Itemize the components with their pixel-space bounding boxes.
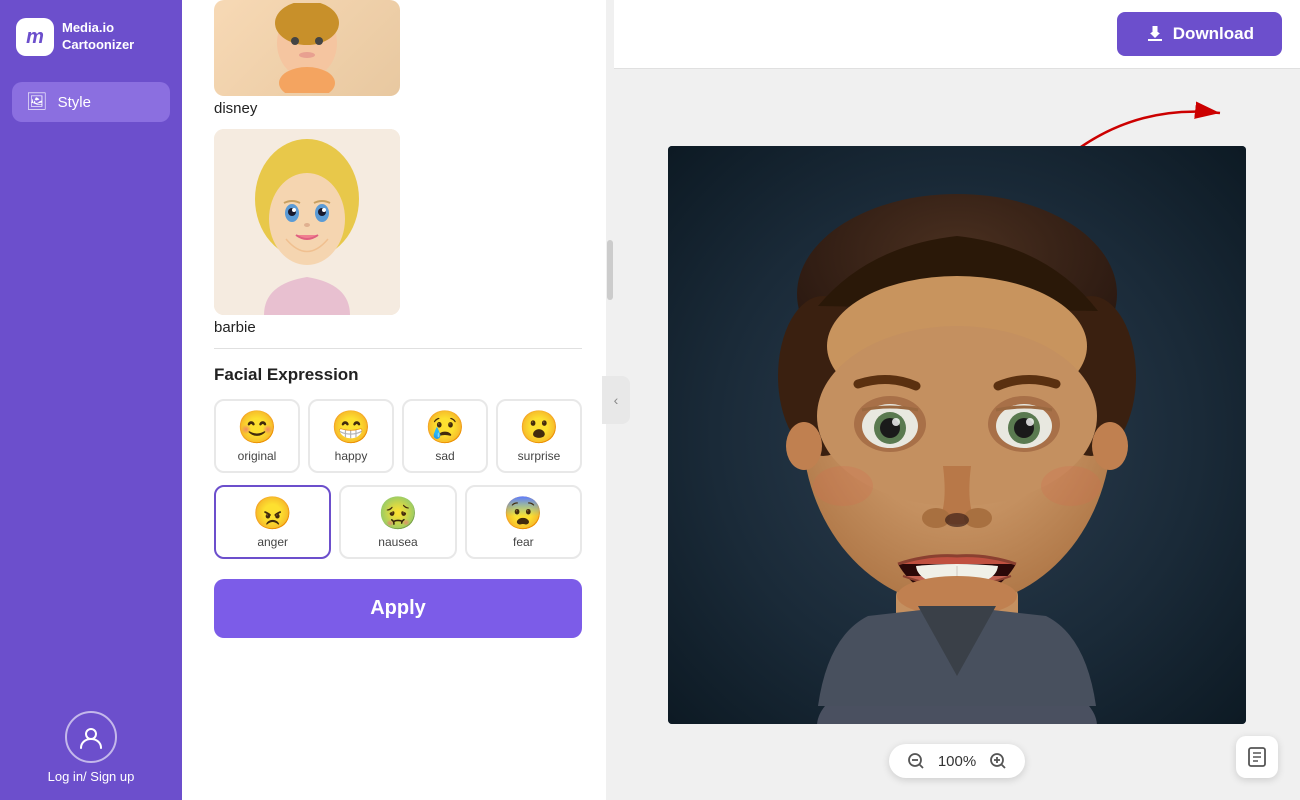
right-header: Download bbox=[614, 0, 1300, 69]
sidebar-item-label: Style bbox=[58, 94, 91, 111]
cartoon-face-svg bbox=[668, 146, 1246, 724]
fear-emoji: 😨 bbox=[503, 497, 543, 529]
expression-surprise[interactable]: 😮 surprise bbox=[496, 399, 582, 473]
expression-grid-row2: 😠 anger 🤢 nausea 😨 fear bbox=[214, 485, 582, 559]
scroll-thumb[interactable] bbox=[607, 240, 613, 300]
collapse-handle[interactable]: ‹ bbox=[602, 376, 630, 424]
surprise-label: surprise bbox=[518, 449, 561, 463]
zoom-out-button[interactable] bbox=[907, 752, 925, 770]
anger-label: anger bbox=[257, 535, 288, 549]
expression-anger[interactable]: 😠 anger bbox=[214, 485, 331, 559]
download-label: Download bbox=[1173, 24, 1254, 44]
style-icon: 🖼 bbox=[26, 92, 48, 112]
facial-expression-title: Facial Expression bbox=[214, 365, 582, 385]
download-button[interactable]: Download bbox=[1117, 12, 1282, 56]
sidebar-item-style[interactable]: 🖼 Style bbox=[12, 82, 170, 122]
nausea-emoji: 🤢 bbox=[378, 497, 418, 529]
expression-grid-row1: 😊 original 😁 happy 😢 sad 😮 surprise bbox=[214, 399, 582, 473]
notes-icon bbox=[1246, 746, 1268, 768]
logo-area: m Media.io Cartoonizer bbox=[0, 0, 182, 74]
style-item-barbie[interactable]: barbie bbox=[214, 129, 582, 336]
notes-button[interactable] bbox=[1236, 736, 1278, 778]
sad-label: sad bbox=[435, 449, 454, 463]
chevron-left-icon: ‹ bbox=[614, 392, 619, 408]
section-divider bbox=[214, 348, 582, 349]
sidebar-navigation: 🖼 Style bbox=[0, 74, 182, 691]
zoom-in-button[interactable] bbox=[989, 752, 1007, 770]
nausea-label: nausea bbox=[378, 535, 417, 549]
app-name: Media.io Cartoonizer bbox=[62, 20, 134, 54]
expression-fear[interactable]: 😨 fear bbox=[465, 485, 582, 559]
original-emoji: 😊 bbox=[237, 411, 277, 443]
right-panel: Download bbox=[614, 0, 1300, 800]
expression-nausea[interactable]: 🤢 nausea bbox=[339, 485, 456, 559]
zoom-in-icon bbox=[989, 752, 1007, 770]
barbie-thumbnail bbox=[214, 129, 400, 315]
logo-icon: m bbox=[16, 18, 54, 56]
sidebar: m Media.io Cartoonizer 🖼 Style Log in/ S… bbox=[0, 0, 182, 800]
original-label: original bbox=[238, 449, 277, 463]
zoom-bar: 100% bbox=[889, 744, 1025, 778]
expression-original[interactable]: 😊 original bbox=[214, 399, 300, 473]
happy-emoji: 😁 bbox=[331, 411, 371, 443]
left-panel: disney bbox=[182, 0, 614, 800]
sad-emoji: 😢 bbox=[425, 411, 465, 443]
surprise-emoji: 😮 bbox=[519, 411, 559, 443]
anger-emoji: 😠 bbox=[253, 497, 293, 529]
left-panel-wrapper: disney bbox=[182, 0, 614, 800]
sidebar-bottom: Log in/ Sign up bbox=[48, 691, 135, 800]
fear-label: fear bbox=[513, 535, 534, 549]
expression-happy[interactable]: 😁 happy bbox=[308, 399, 394, 473]
zoom-value: 100% bbox=[935, 753, 979, 770]
zoom-out-icon bbox=[907, 752, 925, 770]
apply-button[interactable]: Apply bbox=[214, 579, 582, 638]
download-icon bbox=[1145, 24, 1165, 44]
canvas-area: 100% bbox=[614, 69, 1300, 800]
login-label[interactable]: Log in/ Sign up bbox=[48, 769, 135, 784]
main-canvas-image bbox=[668, 146, 1246, 724]
happy-label: happy bbox=[335, 449, 368, 463]
expression-sad[interactable]: 😢 sad bbox=[402, 399, 488, 473]
avatar[interactable] bbox=[65, 711, 117, 763]
style-item-disney[interactable]: disney bbox=[214, 0, 582, 117]
disney-thumbnail bbox=[214, 0, 400, 96]
barbie-label: barbie bbox=[214, 319, 582, 336]
disney-label: disney bbox=[214, 100, 582, 117]
